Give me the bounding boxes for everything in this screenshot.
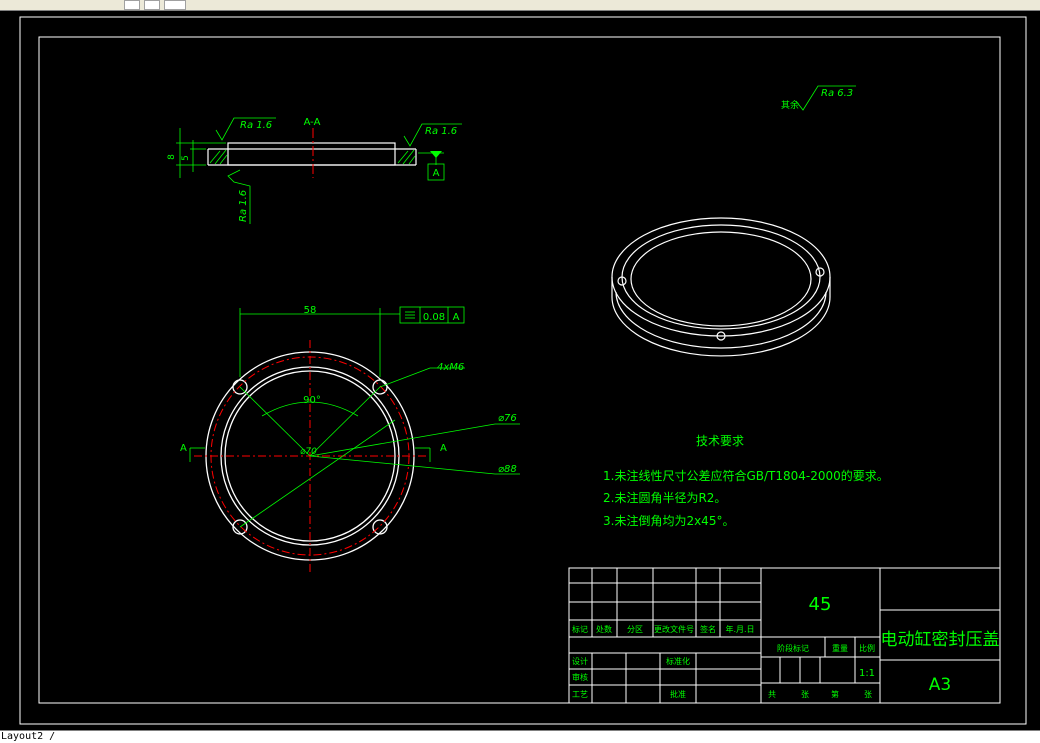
datum-a: A [433,168,440,179]
hdr-doc: 更改文件号 [654,624,694,634]
hdr-sign: 签名 [700,624,716,634]
toolbar-control-2[interactable] [144,0,160,10]
designer-label: 设计 [572,656,588,666]
total-label: 共 [768,690,776,699]
weight-label: 重量 [832,643,848,653]
roughness-bottom: Ra 1.6 [238,190,249,222]
part-name: 电动缸密封压盖 [881,629,1000,650]
hdr-mark: 标记 [572,624,588,634]
section-label: A-A [304,117,321,128]
toolbar-control-1[interactable] [124,0,140,10]
dim-5: 5 [181,155,191,161]
holes-callout: 4xM6 [437,362,464,373]
hdr-count: 处数 [596,624,612,634]
roughness-rest: 其余 Ra 6.3 [781,85,856,111]
section-body [227,142,396,166]
dia-70: ⌀70 [300,447,317,457]
material: 45 [809,594,832,615]
page-label: 第 [831,689,839,699]
scale-label: 比例 [859,643,875,653]
dia-88: ⌀88 [498,464,517,475]
angle-90: 90° [303,395,321,406]
hole-4 [372,519,388,535]
section-view: A-A 8 5 Ra 1.6 Ra 1.6 Ra 1.6 A [167,117,462,224]
paper-border [19,16,1027,725]
tech-requirements: 技术要求 1.未注线性尺寸公差应符合GB/T1804-2000的要求。 2.未注… [603,434,889,528]
cad-drawing: A-A 8 5 Ra 1.6 Ra 1.6 Ra 1.6 A 其余 Ra 6.3… [19,16,1027,725]
drawing-canvas[interactable]: A-A 8 5 Ra 1.6 Ra 1.6 Ra 1.6 A 其余 Ra 6.3… [0,11,1040,730]
flatness-value: 0.08 [423,312,445,323]
sheet-size: A3 [929,675,951,695]
roughness-rest-value: Ra 6.3 [821,88,853,99]
dim-8: 8 [167,154,177,160]
standardization-label: 标准化 [666,656,690,666]
sheet-label: 张 [801,690,809,699]
layout-tab-bar: Layout2 / [0,730,1040,743]
layout-tab[interactable]: Layout2 / [0,731,55,743]
plan-view: 58 0.08 A 4xM6 90° ⌀76 ⌀88 ⌀70 A A [180,305,520,572]
checker-label: 审核 [572,672,588,682]
tech-item-1: 1.未注线性尺寸公差应符合GB/T1804-2000的要求。 [603,468,889,483]
toolbar-strip [0,0,1040,11]
dim-58: 58 [304,305,317,316]
section-mark-right: A [440,443,447,454]
approve-label: 批准 [670,689,686,699]
dia-76: ⌀76 [498,413,517,424]
isometric-view [611,217,831,357]
process-label: 工艺 [572,690,588,699]
section-mark-left: A [180,443,187,454]
tech-item-2: 2.未注圆角半径为R2。 [603,490,726,505]
hdr-date: 年.月.日 [725,624,754,634]
roughness-left: Ra 1.6 [240,120,272,131]
flatness-datum: A [453,312,460,323]
page-end-label: 张 [864,690,872,699]
hdr-zone: 分区 [627,625,643,634]
scale-value: 1:1 [859,668,875,679]
roughness-right: Ra 1.6 [425,126,457,137]
toolbar-control-3[interactable] [164,0,186,10]
tech-item-3: 3.未注倒角均为2x45°。 [603,513,734,528]
tech-title: 技术要求 [696,434,744,448]
stage-mark-label: 阶段标记 [777,643,809,653]
